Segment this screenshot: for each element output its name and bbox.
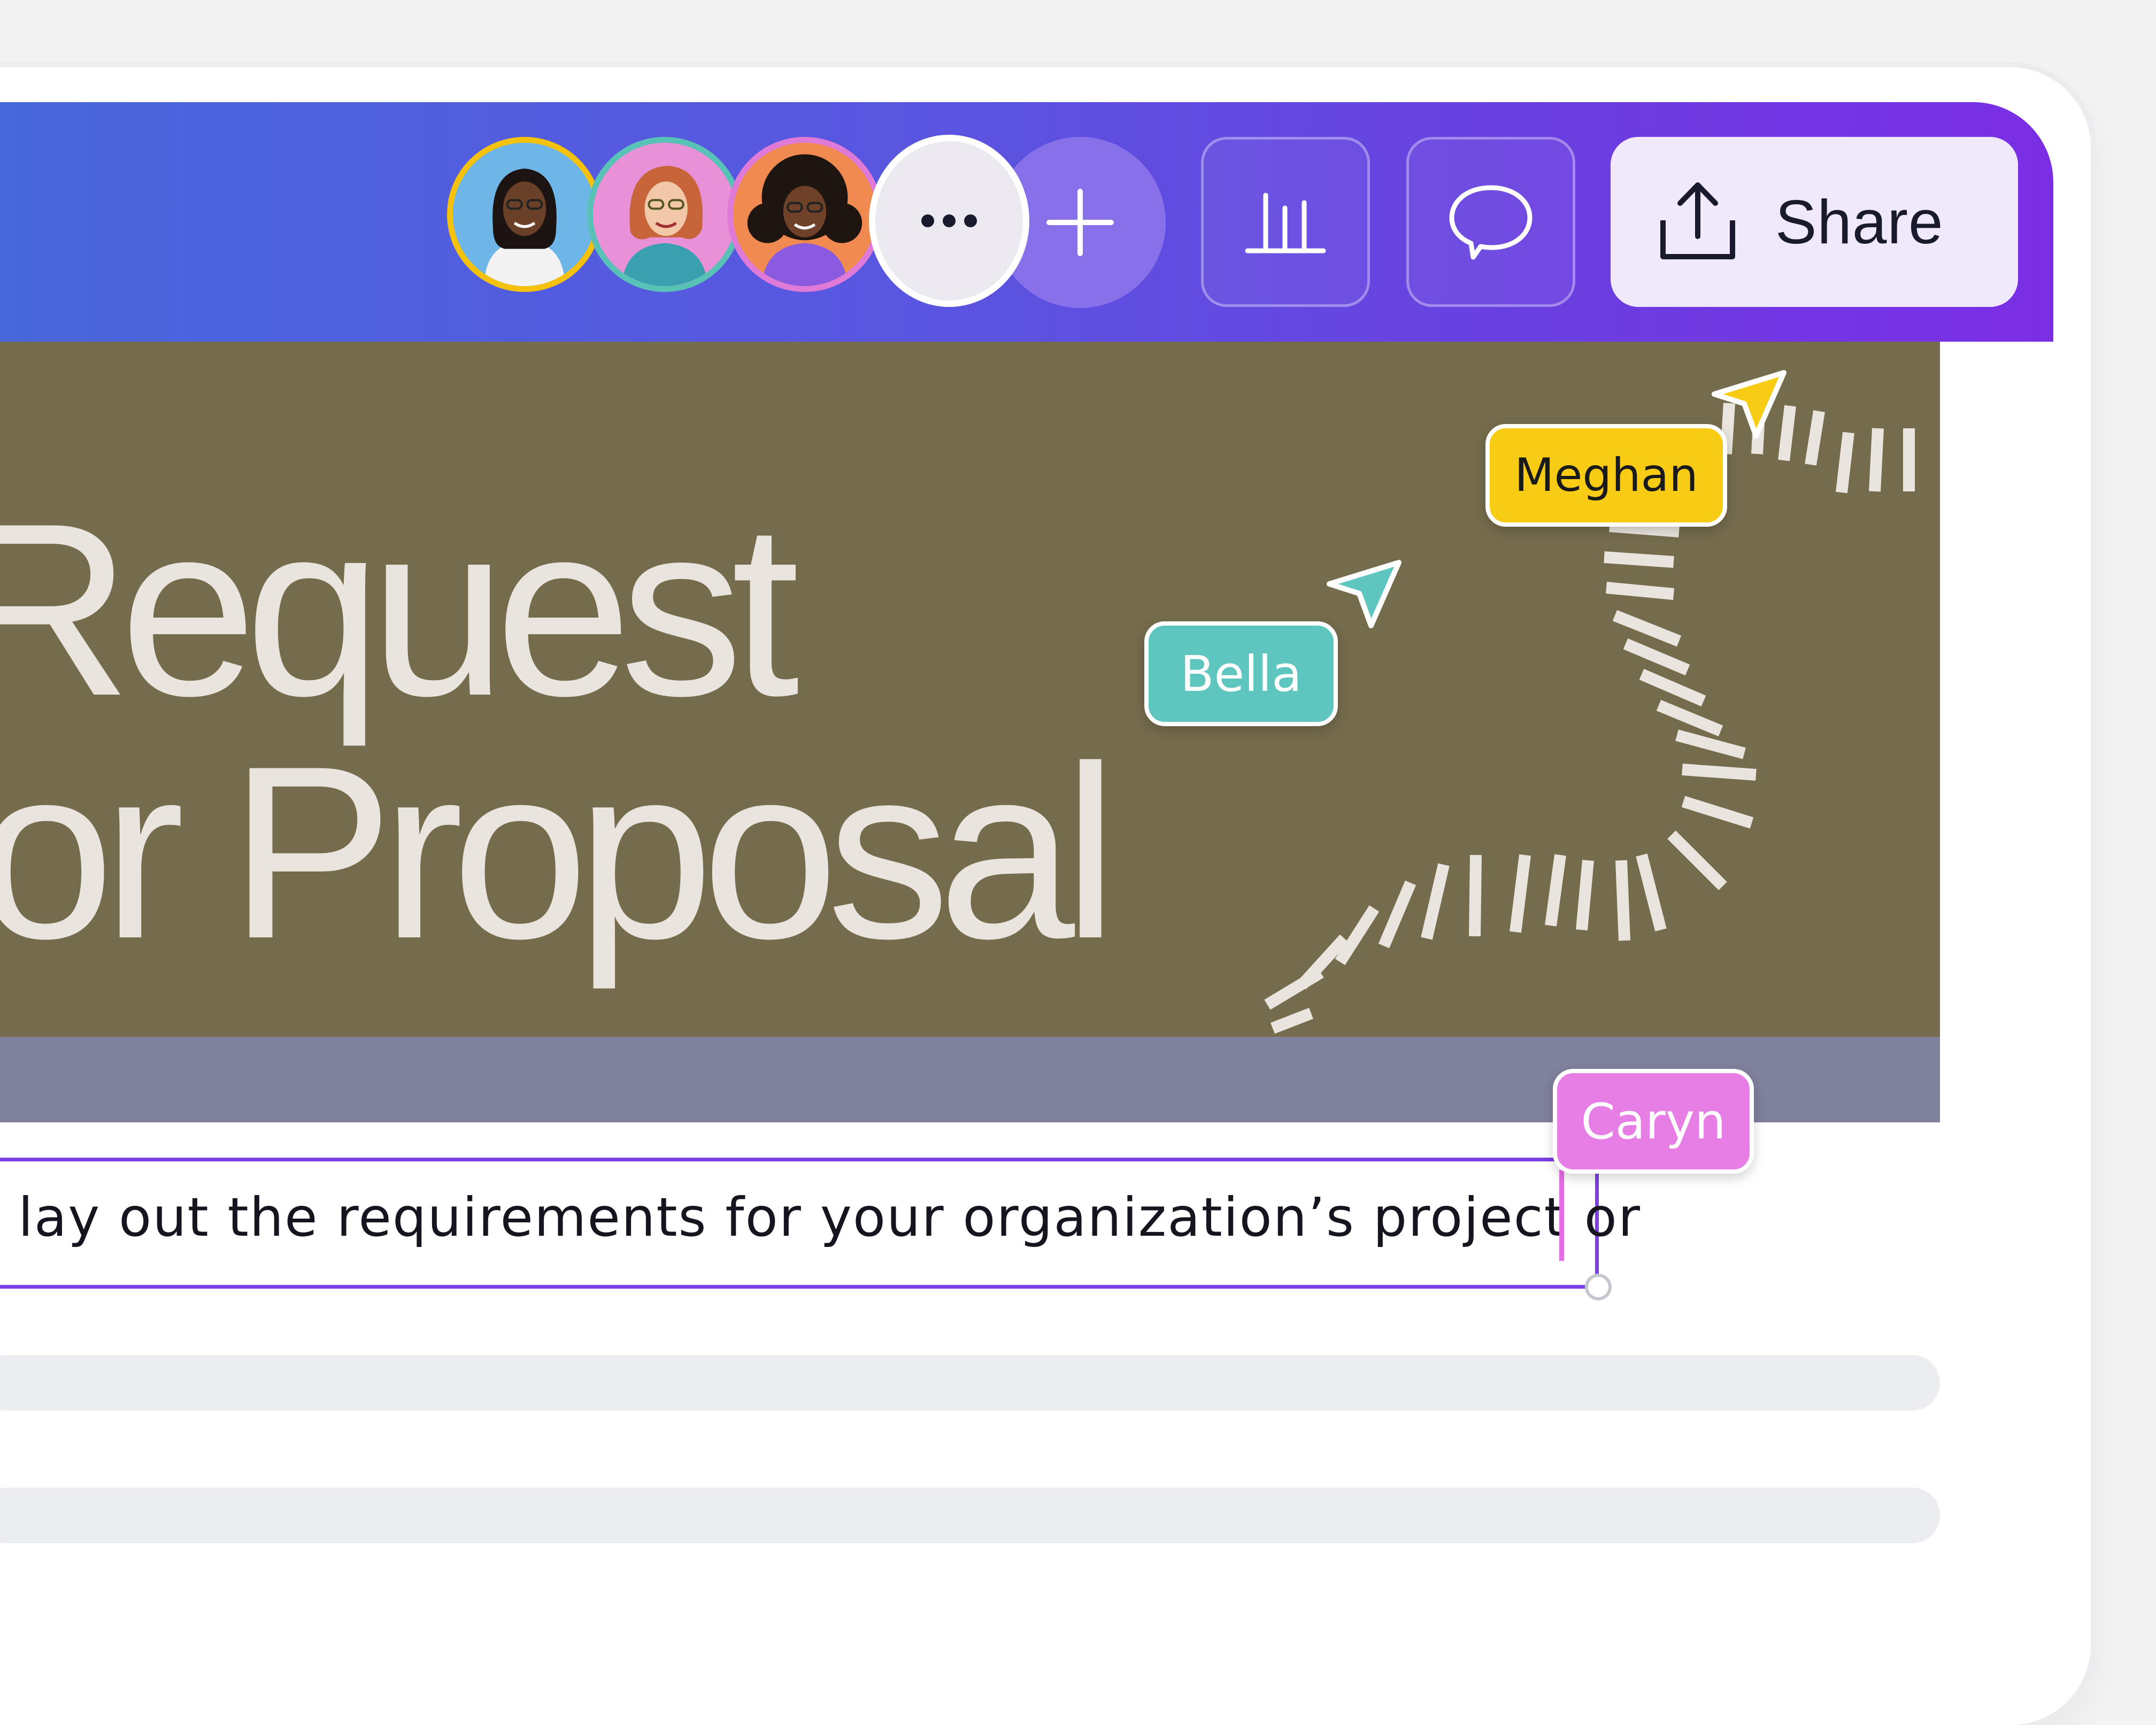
comments-button[interactable] (1406, 137, 1575, 307)
insights-button[interactable] (1201, 137, 1370, 307)
resize-handle[interactable] (1585, 1274, 1612, 1300)
upload-icon (1660, 182, 1735, 259)
person-icon (733, 143, 876, 286)
more-collaborators-button[interactable] (869, 135, 1029, 307)
cursor-label-caryn: Caryn (1553, 1069, 1754, 1174)
share-label: Share (1775, 187, 1944, 257)
more-horizontal-icon (921, 214, 977, 227)
placeholder-text-line (0, 1355, 1940, 1411)
cursor-label-meghan: Meghan (1485, 424, 1727, 527)
collaborator-avatar-3[interactable] (727, 137, 882, 292)
collaborator-avatar-2[interactable] (587, 137, 742, 292)
placeholder-text-line (0, 1488, 1940, 1543)
plus-icon (1046, 189, 1114, 256)
body-text[interactable]: lay out the requirements for your organi… (18, 1186, 1641, 1249)
comment-bubble-icon (1449, 185, 1533, 260)
person-icon (453, 143, 596, 286)
caryn-text-caret (1559, 1170, 1564, 1261)
bar-chart-icon (1245, 192, 1326, 253)
bella-cursor-icon (1327, 560, 1402, 628)
collaborator-avatar-1[interactable] (447, 137, 602, 292)
person-icon (593, 143, 736, 286)
share-button[interactable]: Share (1611, 137, 2018, 307)
cursor-label-bella: Bella (1144, 621, 1338, 726)
